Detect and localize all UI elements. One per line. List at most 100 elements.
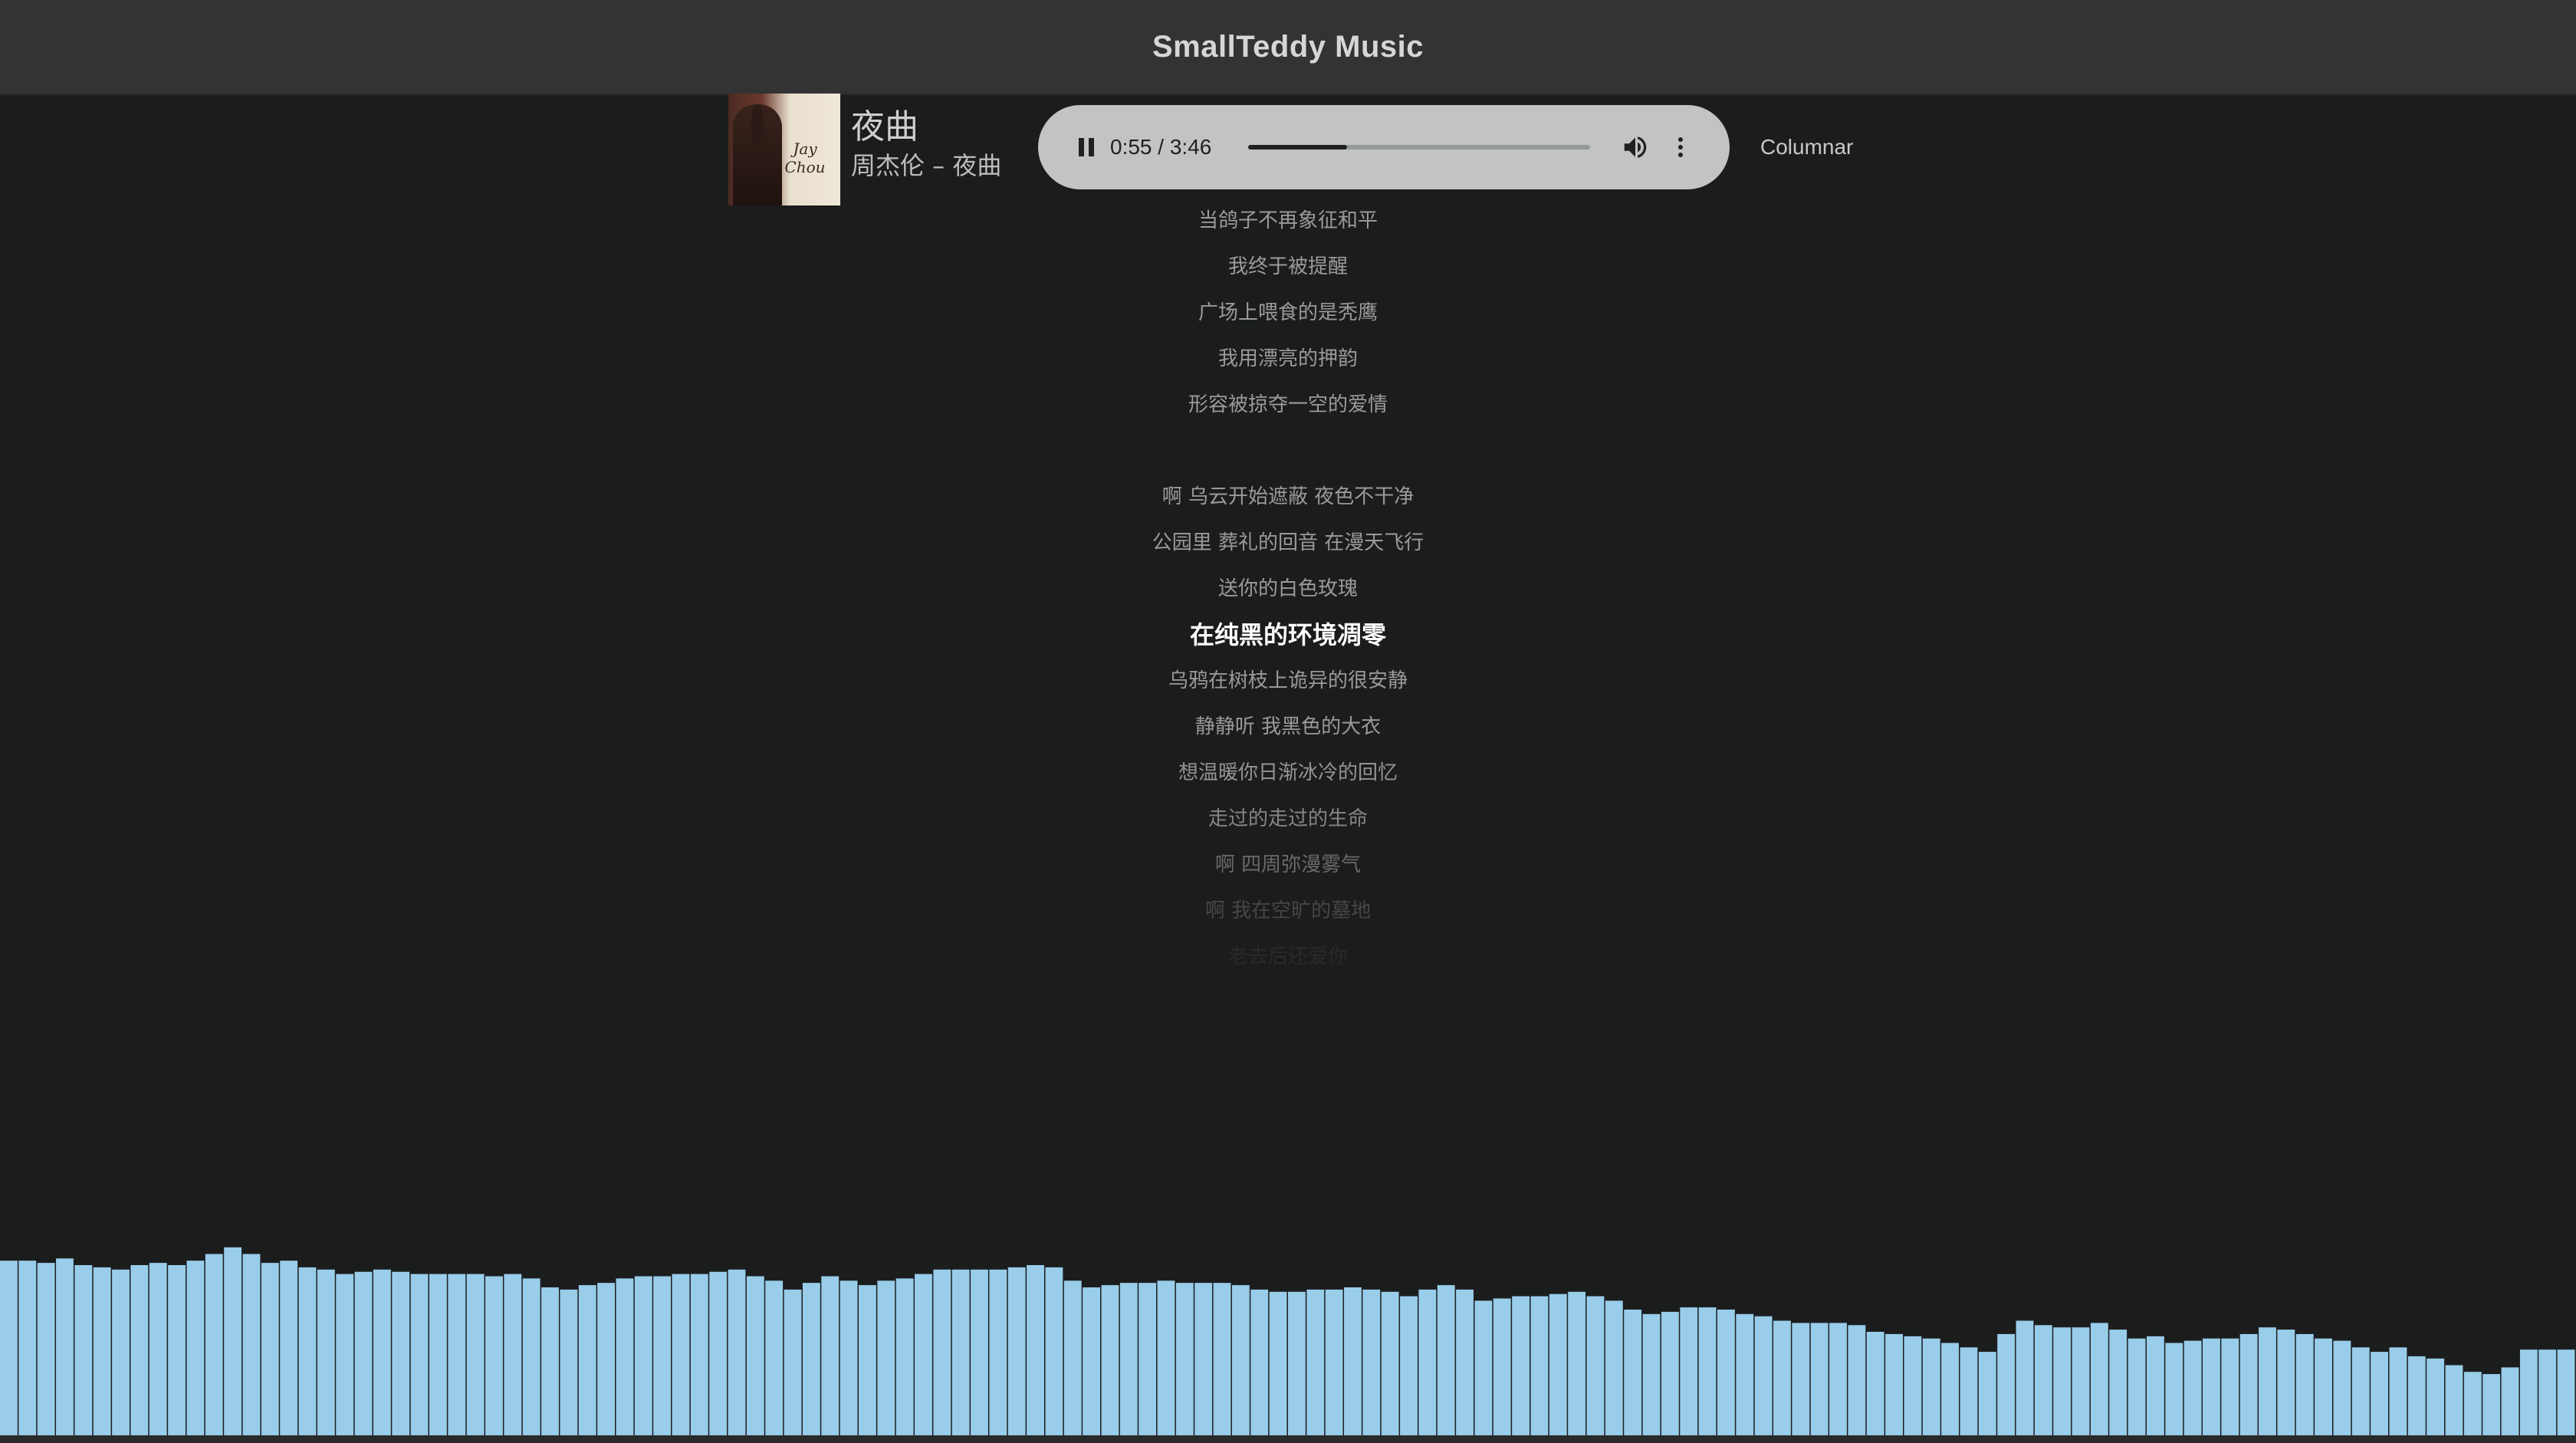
visualizer-bar [933,1269,951,1443]
lyric-line: 形容被掠夺一空的爱情 [1188,393,1388,416]
visualizer-bar [280,1261,298,1443]
progress-bar[interactable] [1248,145,1590,150]
visualizer-bar [1063,1280,1082,1443]
visualizer-bar [2463,1372,2482,1443]
visualizer-bar [504,1274,522,1443]
time-display: 0:55 / 3:46 [1110,135,1212,159]
visualizer-bar [1941,1343,1960,1443]
visualizer-bar [1885,1333,1903,1443]
lyric-line [0,428,2576,474]
visualizer-bar [298,1267,317,1443]
visualizer-bar [1717,1310,1735,1443]
music-app: SmallTeddy Music Jay Chou 夜曲 周杰伦 – 夜曲 0:… [0,0,2576,1443]
visualizer-bar [2389,1347,2407,1443]
visualizer-bar [74,1265,93,1443]
visualizer-bar [1362,1289,1381,1443]
visualizer-bar [18,1261,37,1443]
visualizer-bar [709,1271,728,1443]
visualizer-bar [1119,1283,1138,1443]
volume-icon [1624,136,1647,158]
visualizer-bar [1568,1291,1586,1443]
visualizer-bar [1250,1289,1269,1443]
lyric-line: 乌鸦在树枝上诡异的很安静 [1168,669,1408,692]
visualizer-bar [1904,1336,1922,1443]
visualizer-bar [578,1285,596,1443]
visualizer-bar [1175,1283,1194,1443]
visualizer-bar [130,1265,149,1443]
more-options-button[interactable] [1671,133,1690,162]
visualizer-bar [690,1274,708,1443]
lyric-line: 啊 我在空旷的墓地 [1204,899,1372,922]
visualizer-bar [2203,1338,2220,1443]
lyric-line: 啊 四周弥漫雾气 [1214,853,1362,876]
visualizer-bar [1138,1283,1157,1443]
visualizer-bar [2090,1323,2108,1443]
visualizer-bar [1027,1265,1044,1443]
visualizer-bar [1997,1333,2016,1443]
visualizer-bar [1530,1296,1549,1443]
visualizer-bar [2315,1338,2332,1443]
album-cover: Jay Chou [728,94,840,205]
visualizer-bar [1437,1285,1455,1443]
track-title: 夜曲 [851,107,918,146]
visualizer-bar [2072,1327,2090,1443]
window-bottom-border [0,1435,2576,1443]
visualizer-bar [1474,1300,1493,1443]
visualizer-bar [2538,1349,2557,1443]
visualizer-bar [317,1269,335,1443]
visualizer-bar [1344,1287,1362,1443]
visualizer-bar [1325,1289,1343,1443]
visualizer-bar [1922,1338,1940,1443]
lyric-line: 啊 乌云开始遮蔽 夜色不干净 [1162,485,1414,508]
volume-button[interactable] [1621,133,1650,162]
title-bar: SmallTeddy Music [0,0,2576,95]
visualizer-bar [877,1280,895,1443]
visualizer-bar [2482,1374,2501,1443]
visualizer-bar [2053,1327,2072,1443]
visualizer-bar [261,1263,279,1443]
app-title: SmallTeddy Music [1152,29,1424,64]
visualizer-bar [1605,1300,1623,1443]
visualizer-bar [2407,1356,2426,1443]
visualizer-bar [485,1276,503,1443]
visualizer-bar [1792,1323,1810,1443]
visualizer-bar [560,1289,578,1443]
visualizer-bar [0,1261,18,1443]
pause-button[interactable] [1072,133,1101,162]
visualizer-bar [56,1258,74,1443]
pause-icon-bar [1089,138,1094,156]
progress-fill [1248,145,1348,150]
visualizer-bar [1101,1285,1119,1443]
visualizer-bar [802,1283,820,1443]
visualizer-bar [336,1274,354,1443]
visualizer-bar [1456,1289,1474,1443]
visualizer-bar [1493,1298,1511,1443]
lyric-line: 我用漂亮的押韵 [1217,347,1358,370]
visualizer-bar [2333,1340,2351,1443]
lyric-line: 想温暖你日渐冰冷的回忆 [1178,761,1398,784]
visualizer-bar [2016,1320,2034,1443]
visualizer-bar [1194,1283,1213,1443]
visualizer-bar [37,1263,55,1443]
visualizer-bar [2351,1347,2370,1443]
lyric-line-current: 在纯黑的环境凋零 [1189,620,1386,649]
visualizer-bar [2371,1352,2389,1443]
more-dots-icon [1678,137,1683,142]
visualizer-bar [1288,1291,1306,1443]
lyrics-panel: 当鸽子不再象征和平 我终于被提醒 广场上喂食的是秃鹰 我用漂亮的押韵 形容被掠夺一空的爱… [0,198,2576,980]
lyric-line: 公园里 葬礼的回音 在漫天飞行 [1152,531,1424,554]
visualizer-bar [2259,1327,2276,1443]
lyric-line: 老去后还爱你 [1227,945,1348,968]
visualizer-bar [1978,1352,1996,1443]
visualizer-bar [597,1283,615,1443]
visualizer-bar [1157,1280,1175,1443]
visualizer-bar [1680,1307,1698,1443]
visualizer-bar [2165,1343,2183,1443]
more-dots-icon-dot [1678,153,1683,157]
visualizer-bar [2501,1367,2519,1443]
visualizer-bar [1642,1313,1661,1443]
visualizer-bar [1698,1307,1717,1443]
visualizer-bar [373,1269,391,1443]
visualizer-bar [2183,1340,2202,1443]
visualizer-mode-toggle[interactable]: Columnar [1760,132,1853,163]
